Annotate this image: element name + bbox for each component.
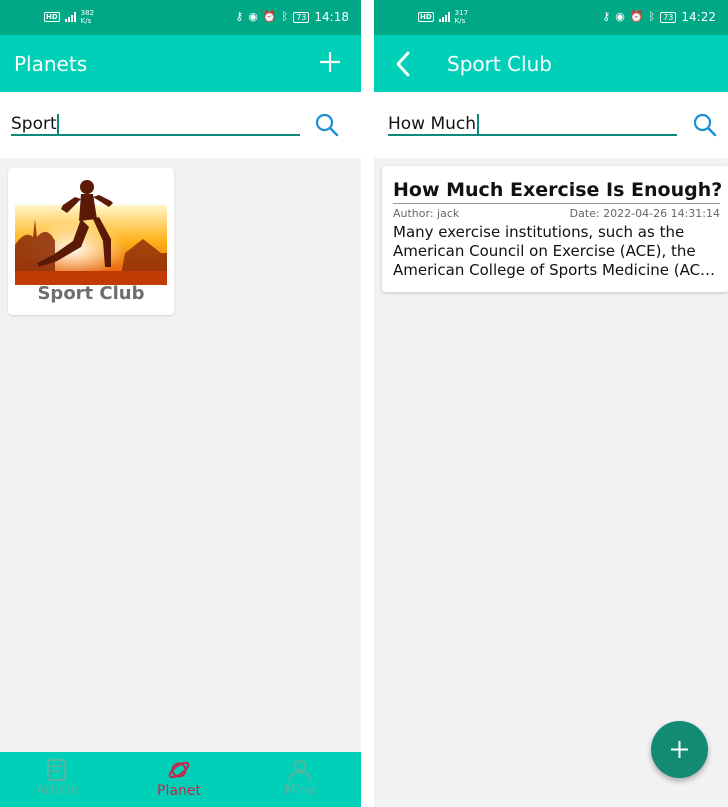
status-bar: HD 382 K/s ⚷ ◉ ⏰ ᛒ 73 14:18 bbox=[0, 0, 361, 35]
planet-card[interactable]: Sport Club bbox=[8, 168, 174, 315]
app-bar: Sport Club bbox=[374, 35, 728, 92]
clock: 14:18 bbox=[314, 10, 349, 24]
article-author: Author: jack bbox=[393, 207, 460, 220]
search-bar bbox=[374, 92, 728, 158]
search-input[interactable] bbox=[388, 114, 677, 136]
search-input[interactable] bbox=[11, 114, 300, 136]
hd-icon: HD bbox=[418, 12, 434, 22]
add-article-button[interactable] bbox=[651, 721, 708, 778]
network-speed: 382 K/s bbox=[80, 9, 95, 25]
article-excerpt: Many exercise institutions, such as the … bbox=[393, 223, 720, 280]
planet-image bbox=[15, 175, 167, 285]
article-date: Date: 2022-04-26 14:31:14 bbox=[569, 207, 720, 220]
battery-icon: 73 bbox=[660, 11, 677, 23]
article-card[interactable]: How Much Exercise Is Enough? Author: jac… bbox=[382, 166, 728, 292]
text-caret bbox=[57, 114, 59, 136]
nav-article-label: Article bbox=[36, 783, 78, 798]
divider bbox=[393, 203, 720, 204]
excerpt-line: American Council on Exercise (ACE), the bbox=[393, 242, 696, 260]
page-title: Planets bbox=[14, 52, 88, 76]
planet-name: Sport Club bbox=[37, 283, 145, 304]
eye-icon: ◉ bbox=[248, 10, 258, 23]
search-bar bbox=[0, 92, 361, 158]
bluetooth-icon: ᛒ bbox=[281, 10, 289, 23]
alarm-icon: ⏰ bbox=[629, 10, 644, 23]
text-caret bbox=[477, 114, 479, 136]
key-icon: ⚷ bbox=[235, 10, 244, 23]
nav-planet-label: Planet bbox=[157, 783, 201, 799]
battery-icon: 73 bbox=[293, 11, 310, 23]
nav-mine[interactable]: Mine bbox=[260, 758, 340, 798]
bottom-nav: Article Planet Mine bbox=[0, 752, 361, 807]
excerpt-line: American College of Sports Medicine (AC… bbox=[393, 261, 716, 279]
hd-icon: HD bbox=[44, 12, 60, 22]
nav-planet[interactable]: Planet bbox=[139, 758, 219, 799]
key-icon: ⚷ bbox=[602, 10, 611, 23]
person-icon bbox=[289, 760, 311, 782]
nav-mine-label: Mine bbox=[284, 783, 316, 798]
nav-article[interactable]: Article bbox=[17, 758, 97, 798]
article-title: How Much Exercise Is Enough? bbox=[393, 179, 723, 201]
excerpt-line: Many exercise institutions, such as the bbox=[393, 223, 685, 241]
plus-icon bbox=[671, 741, 688, 758]
clock: 14:22 bbox=[681, 10, 716, 24]
status-bar: HD 317 K/s ⚷ ◉ ⏰ ᛒ 73 14:22 bbox=[374, 0, 728, 35]
article-icon bbox=[47, 759, 67, 781]
app-bar: Planets bbox=[0, 35, 361, 92]
planet-icon bbox=[168, 761, 190, 779]
search-icon[interactable] bbox=[692, 112, 718, 138]
add-planet-button[interactable] bbox=[319, 51, 341, 73]
network-speed: 317 K/s bbox=[454, 9, 469, 25]
back-arrow-icon[interactable] bbox=[394, 50, 412, 78]
signal-icon bbox=[438, 12, 450, 22]
search-icon[interactable] bbox=[314, 112, 340, 138]
signal-icon bbox=[64, 12, 76, 22]
bluetooth-icon: ᛒ bbox=[648, 10, 656, 23]
page-title: Sport Club bbox=[447, 52, 552, 76]
eye-icon: ◉ bbox=[615, 10, 625, 23]
planets-screen: HD 382 K/s ⚷ ◉ ⏰ ᛒ 73 14:18 Planets Spor… bbox=[0, 0, 361, 807]
alarm-icon: ⏰ bbox=[262, 10, 277, 23]
sport-club-screen: HD 317 K/s ⚷ ◉ ⏰ ᛒ 73 14:22 Sport Club Ho… bbox=[374, 0, 728, 807]
